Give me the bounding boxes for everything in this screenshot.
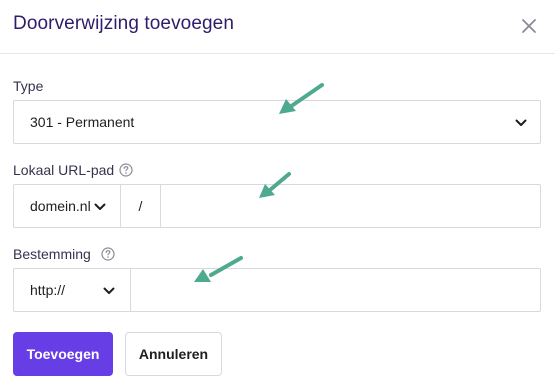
path-separator: / <box>120 184 161 228</box>
local-path-label: Lokaal URL-pad <box>13 162 115 178</box>
chevron-down-icon <box>515 119 527 126</box>
annotation-arrow-icon <box>259 172 291 198</box>
annotation-arrow-icon <box>194 256 243 282</box>
dialog-header: Doorverwijzing toevoegen <box>0 0 555 54</box>
close-icon[interactable] <box>519 16 539 36</box>
cancel-button[interactable]: Annuleren <box>125 332 222 376</box>
add-button[interactable]: Toevoegen <box>13 332 113 376</box>
domain-select-value: domein.nl <box>30 198 91 214</box>
annotation-arrow-icon <box>279 83 324 114</box>
destination-label: Bestemming <box>13 246 91 262</box>
protocol-select[interactable]: http:// <box>13 268 131 312</box>
add-redirect-dialog: Doorverwijzing toevoegen Type 301 - Perm… <box>0 0 555 392</box>
chevron-down-icon <box>103 287 115 294</box>
type-select-value: 301 - Permanent <box>30 114 135 130</box>
protocol-select-value: http:// <box>30 282 66 298</box>
chevron-down-icon <box>94 203 106 210</box>
domain-select[interactable]: domein.nl <box>13 184 121 228</box>
type-label: Type <box>13 78 44 94</box>
dialog-title: Doorverwijzing toevoegen <box>13 13 235 34</box>
help-icon[interactable] <box>119 163 133 177</box>
path-input[interactable] <box>160 184 541 228</box>
help-icon[interactable] <box>101 247 115 261</box>
